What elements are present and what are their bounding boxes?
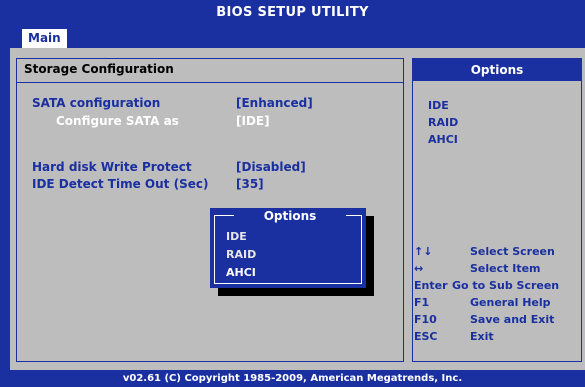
- setting-value[interactable]: [Disabled]: [236, 160, 306, 174]
- help-panel-title: Options: [413, 59, 581, 81]
- copyright-footer: v02.61 (C) Copyright 1985-2009, American…: [0, 370, 585, 387]
- popup-frame-top-right: [346, 215, 362, 216]
- setting-value[interactable]: [35]: [236, 177, 264, 191]
- popup-option-ide[interactable]: IDE: [226, 230, 247, 243]
- setting-label: Configure SATA as: [56, 114, 179, 128]
- key-hint: F10: [414, 313, 437, 326]
- option-text: IDE: [428, 99, 449, 112]
- option-text: RAID: [428, 116, 459, 129]
- tab-main[interactable]: Main: [22, 29, 67, 48]
- key-hint: F1: [414, 296, 430, 309]
- setting-value[interactable]: [IDE]: [236, 114, 270, 128]
- setting-label: Hard disk Write Protect: [32, 160, 192, 174]
- popup-option-raid[interactable]: RAID: [226, 248, 256, 261]
- divider: [17, 82, 403, 83]
- key-description: General Help: [470, 296, 551, 309]
- key-hint: ↔: [414, 262, 424, 275]
- setting-label: SATA configuration: [32, 96, 161, 110]
- key-description: Save and Exit: [470, 313, 555, 326]
- popup-option-ahci[interactable]: AHCI: [226, 266, 256, 279]
- key-hint: Enter: [414, 279, 448, 292]
- setting-value[interactable]: [Enhanced]: [236, 96, 313, 110]
- key-description: Select Screen: [470, 245, 555, 258]
- key-description: Select Item: [470, 262, 541, 275]
- option-text: AHCI: [428, 133, 458, 146]
- popup-title: Options: [263, 209, 317, 223]
- key-hint: ↑↓: [414, 245, 433, 258]
- key-description: Exit: [470, 330, 494, 343]
- setting-label: IDE Detect Time Out (Sec): [32, 177, 209, 191]
- section-title: Storage Configuration: [24, 62, 174, 76]
- app-title: BIOS SETUP UTILITY: [0, 0, 585, 26]
- key-description: Go to Sub Screen: [452, 279, 560, 292]
- key-hint: ESC: [414, 330, 438, 343]
- popup-frame-top-left: [214, 215, 234, 216]
- tab-bar: Main: [0, 26, 585, 48]
